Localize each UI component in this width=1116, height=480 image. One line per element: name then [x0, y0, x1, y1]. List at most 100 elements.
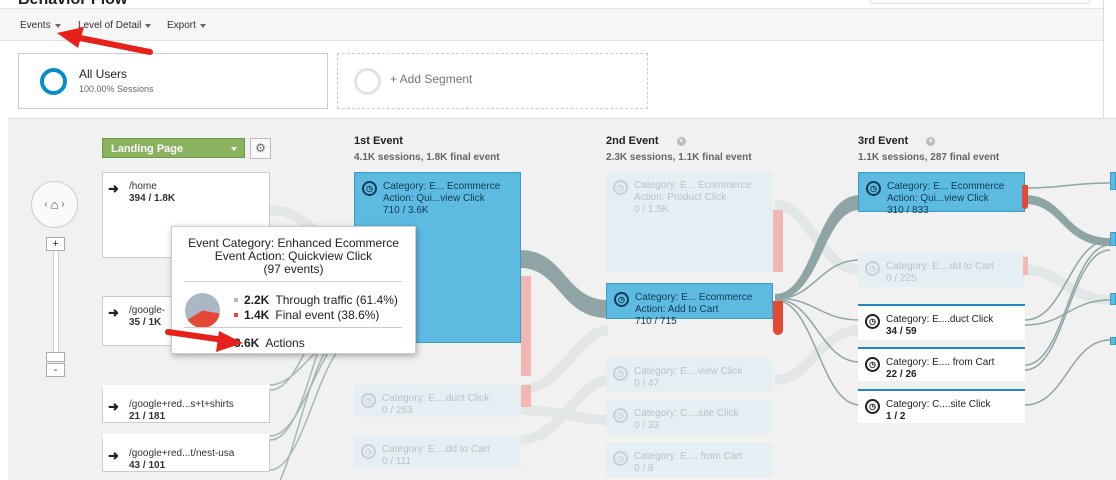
- landing-page-name: /google+red...t/nest-usa: [129, 448, 235, 459]
- event3-node-product-click[interactable]: ◷ Category: E....duct Click 34 / 59: [858, 304, 1025, 340]
- landing-page-name: /home: [129, 181, 157, 192]
- node-action: Action: Product Click: [634, 192, 727, 203]
- final-event-row: 1.4K Final event (38.6%): [234, 308, 379, 322]
- column-header-event2: 2nd Event × 2.3K sessions, 1.1K final eve…: [606, 135, 752, 163]
- node-action: Action: Qui...view Click: [383, 193, 485, 204]
- event-icon: ◷: [613, 180, 628, 195]
- pan-home-control[interactable]: ‹ ⌂ ›: [31, 181, 78, 228]
- dimension-dropdown-label: Landing Page: [111, 143, 184, 155]
- event4-node-partial[interactable]: [1110, 337, 1116, 345]
- event-icon: ◷: [613, 451, 628, 466]
- node-category: Category: E....dd to Cart: [886, 261, 994, 272]
- event3-node-quickview[interactable]: ◷ Category: E... Ecommerce Action: Qui..…: [858, 172, 1025, 216]
- dropoff-bar: [1022, 185, 1028, 209]
- landing-page-value: 21 / 181: [129, 411, 166, 422]
- node-category: Category: C....site Click: [886, 399, 991, 410]
- zoom-slider-track[interactable]: [53, 250, 59, 355]
- event-icon: ◷: [865, 314, 880, 329]
- through-traffic-value: 2.2K: [244, 293, 270, 307]
- zoom-out-button[interactable]: -: [46, 363, 65, 377]
- event3-node-site-click[interactable]: ◷ Category: C....site Click 1 / 2: [858, 389, 1025, 423]
- landing-node-nest[interactable]: ➜ /google+red...t/nest-usa 43 / 101: [102, 434, 270, 472]
- event2-node-product-click[interactable]: ◷ Category: E... Ecommerce Action: Produ…: [606, 172, 773, 272]
- node-category: Category: E....duct Click: [382, 393, 490, 404]
- entrance-arrow-icon: ➜: [108, 181, 119, 196]
- chevron-right-icon: ›: [61, 199, 65, 210]
- entrance-arrow-icon: ➜: [108, 399, 119, 414]
- event4-node-partial[interactable]: [1110, 172, 1116, 190]
- through-legend-swatch: [234, 298, 238, 302]
- landing-page-value: 43 / 101: [129, 460, 166, 471]
- event3-node-remove-from-cart[interactable]: ◷ Category: E.... from Cart 22 / 26: [858, 347, 1025, 381]
- node-value: 0 / 111: [382, 456, 412, 467]
- remove-step-icon[interactable]: ×: [926, 136, 936, 146]
- event2-node-add-to-cart[interactable]: ◷ Category: E... Ecommerce Action: Add t…: [606, 283, 773, 327]
- node-value: 0 / 47: [634, 378, 660, 389]
- final-legend-swatch: [234, 313, 238, 317]
- event-icon: ◷: [865, 399, 880, 414]
- node-value: 0 / 1.5K: [634, 204, 669, 215]
- dropoff-bar: [773, 301, 783, 335]
- node-category: Category: E....view Click: [634, 366, 743, 377]
- zoom-in-button[interactable]: +: [46, 237, 65, 251]
- dropoff-bar: [521, 385, 531, 407]
- column-header-event1: 1st Event 4.1K sessions, 1.8K final even…: [354, 135, 500, 163]
- node-value: 0 / 8: [634, 463, 654, 474]
- column-summary: 1.1K sessions, 287 final event: [858, 152, 1000, 163]
- dropoff-bar: [521, 276, 531, 376]
- event-icon: ◷: [361, 393, 376, 408]
- node-category: Category: E....duct Click: [886, 314, 994, 325]
- landing-page-name: /google-: [129, 305, 166, 316]
- tooltip-divider: [184, 327, 402, 328]
- node-value: 310 / 833: [887, 205, 929, 216]
- behavior-flow-page: Behavior Flow Events Level of Detail Exp…: [0, 0, 1116, 480]
- event-icon: ◷: [613, 408, 628, 423]
- node-category: Category: E... Ecommerce: [635, 292, 753, 303]
- event-icon: ◷: [613, 366, 628, 381]
- gear-icon[interactable]: ⚙: [250, 138, 271, 159]
- chevron-down-icon: [231, 147, 237, 151]
- remove-step-icon[interactable]: ×: [676, 136, 686, 146]
- node-value: 22 / 26: [886, 369, 917, 380]
- event2-node-site-click[interactable]: ◷ Category: C....site Click 0 / 33: [606, 400, 773, 434]
- landing-page-name: /google+red...s+t+shirts: [129, 399, 234, 410]
- event1-node-add-to-cart[interactable]: ◷ Category: E....dd to Cart 0 / 111: [354, 436, 521, 468]
- dropoff-bar: [1023, 257, 1028, 275]
- landing-page-value: 394 / 1.8K: [129, 193, 176, 204]
- home-icon: ⌂: [50, 197, 59, 212]
- node-value: 0 / 33: [634, 420, 660, 431]
- column-summary: 4.1K sessions, 1.8K final event: [354, 152, 500, 163]
- column-header-event3: 3rd Event × 1.1K sessions, 287 final even…: [858, 135, 999, 163]
- event4-node-partial[interactable]: [1110, 232, 1116, 246]
- column-summary: 2.3K sessions, 1.1K final event: [606, 152, 752, 163]
- column-title: 2nd Event: [606, 135, 659, 147]
- node-value: 710 / 715: [635, 316, 677, 327]
- event-icon: ◷: [865, 357, 880, 372]
- node-value: 710 / 3.6K: [383, 205, 429, 216]
- event-icon: ◷: [614, 292, 629, 307]
- node-value: 0 / 225: [886, 273, 917, 284]
- zoom-slider-handle[interactable]: [46, 352, 65, 362]
- event1-node-product-click[interactable]: ◷ Category: E....duct Click 0 / 253: [354, 385, 521, 417]
- actions-row: 3.6K Actions: [234, 336, 305, 350]
- entrance-arrow-icon: ➜: [108, 305, 119, 320]
- event3-node-add-to-cart[interactable]: ◷ Category: E....dd to Cart 0 / 225: [858, 253, 1025, 287]
- event2-node-quickview[interactable]: ◷ Category: E....view Click 0 / 47: [606, 358, 773, 392]
- node-category: Category: C....site Click: [634, 408, 739, 419]
- node-category: Category: E... Ecommerce: [634, 180, 752, 191]
- entrance-arrow-icon: ➜: [108, 448, 119, 463]
- landing-page-value: 35 / 1K: [129, 317, 162, 328]
- tooltip-event-count: (97 events): [263, 262, 324, 276]
- node-category: Category: E.... from Cart: [634, 451, 743, 462]
- final-event-value: 1.4K: [244, 308, 270, 322]
- chevron-left-icon: ‹: [44, 199, 48, 210]
- event2-node-remove-from-cart[interactable]: ◷ Category: E.... from Cart 0 / 8: [606, 443, 773, 477]
- dropoff-bar: [773, 210, 783, 272]
- dimension-dropdown[interactable]: Landing Page: [102, 138, 245, 158]
- node-category: Category: E... Ecommerce: [383, 181, 501, 192]
- actions-value: 3.6K: [234, 336, 260, 350]
- column-title: 3rd Event: [858, 135, 909, 147]
- node-action: Action: Qui...view Click: [887, 193, 989, 204]
- landing-node-shirts[interactable]: ➜ /google+red...s+t+shirts 21 / 181: [102, 385, 270, 423]
- event4-node-partial[interactable]: [1110, 293, 1116, 305]
